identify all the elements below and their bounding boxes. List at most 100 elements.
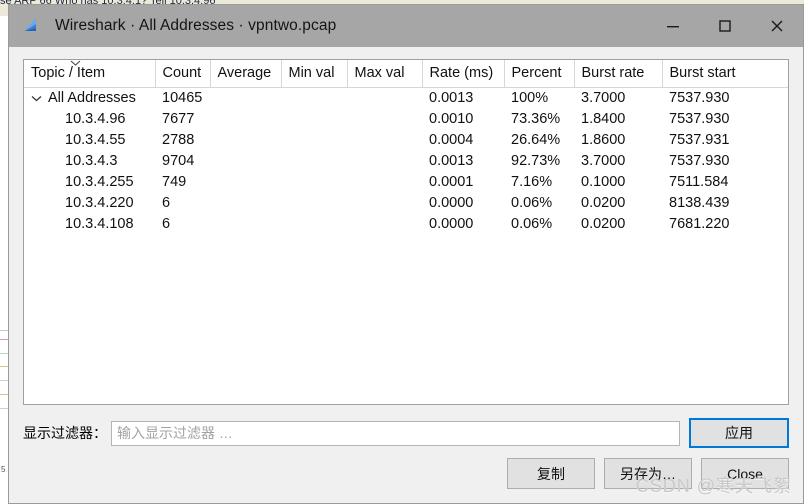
cell-min-val <box>281 171 347 192</box>
cell-min-val <box>281 129 347 150</box>
cell-topic: 10.3.4.96 <box>24 108 155 129</box>
close-dialog-button[interactable]: Close <box>701 458 789 489</box>
cell-min-val <box>281 108 347 129</box>
cell-rate: 0.0000 <box>429 194 474 211</box>
dialog-titlebar[interactable]: Wireshark · All Addresses · vpntwo.pcap <box>9 5 803 47</box>
statistics-dialog: Wireshark · All Addresses · vpntwo.pcap <box>8 4 804 504</box>
cell-count: 9704 <box>162 152 195 169</box>
cell-min-val <box>281 192 347 213</box>
column-header-percent[interactable]: Percent <box>504 60 575 88</box>
dialog-body: Topic / Item Count Average Min val Max v… <box>9 47 803 503</box>
column-header-count[interactable]: Count <box>155 60 211 88</box>
cell-count: 2788 <box>162 131 195 148</box>
dialog-button-row: 复制 另存为… Close <box>23 458 789 489</box>
table-row[interactable]: 10.3.4.108 6 0.0000 0.06% 0.0200 7681.220 <box>24 213 788 234</box>
row-topic-label: All Addresses <box>48 89 136 106</box>
cell-count: 749 <box>162 173 187 190</box>
cell-burst-rate: 0.1000 <box>581 173 626 190</box>
cell-topic: 10.3.4.220 <box>24 192 155 213</box>
cell-rate: 0.0013 <box>429 152 474 169</box>
cell-rate: 0.0001 <box>429 173 474 190</box>
cell-rate: 0.0010 <box>429 110 474 127</box>
close-icon <box>771 20 783 32</box>
cell-rate: 0.0000 <box>429 215 474 232</box>
cell-max-val <box>347 129 422 150</box>
cell-count: 10465 <box>162 89 203 106</box>
cell-burst-start: 7681.220 <box>669 215 730 232</box>
column-header-rate[interactable]: Rate (ms) <box>422 60 505 88</box>
cell-burst-rate: 3.7000 <box>581 152 626 169</box>
row-topic-label: 10.3.4.96 <box>65 110 126 127</box>
table-row[interactable]: 10.3.4.55 2788 0.0004 26.64% 1.8600 7537.931 <box>24 129 788 150</box>
column-header-topic-label: Topic / Item <box>31 64 106 81</box>
statistics-table: Topic / Item Count Average Min val Max v… <box>24 60 788 234</box>
column-header-min-val-label: Min val <box>288 64 335 81</box>
wireshark-fin-icon <box>23 15 45 37</box>
row-topic-label: 10.3.4.3 <box>65 152 118 169</box>
cell-rate: 0.0013 <box>429 89 474 106</box>
table-row[interactable]: 10.3.4.255 749 0.0001 7.16% 0.1000 7511.584 <box>24 171 788 192</box>
cell-max-val <box>347 213 422 234</box>
cell-burst-start: 8138.439 <box>669 194 730 211</box>
statistics-tree[interactable]: Topic / Item Count Average Min val Max v… <box>23 59 789 405</box>
minimize-icon <box>667 26 679 28</box>
cell-average <box>210 171 281 192</box>
row-topic-label: 10.3.4.108 <box>65 215 134 232</box>
column-header-burst-start[interactable]: Burst start <box>662 60 788 88</box>
maximize-button[interactable] <box>699 5 751 47</box>
cell-max-val <box>347 87 422 108</box>
column-header-average[interactable]: Average <box>210 60 282 88</box>
apply-filter-button[interactable]: 应用 <box>689 418 789 448</box>
cell-average <box>210 150 281 171</box>
cell-burst-rate: 1.8600 <box>581 131 626 148</box>
cell-burst-start: 7537.931 <box>669 131 730 148</box>
column-header-topic[interactable]: Topic / Item <box>24 60 156 88</box>
cell-min-val <box>281 87 347 108</box>
column-header-burst-rate-label: Burst rate <box>581 64 645 81</box>
cell-topic: 10.3.4.55 <box>24 129 155 150</box>
cell-average <box>210 129 281 150</box>
cell-min-val <box>281 150 347 171</box>
cell-max-val <box>347 171 422 192</box>
cell-burst-start: 7537.930 <box>669 152 730 169</box>
screen-root: se ARP 66 Who has 10.3.4.1? Tell 10.3.4.… <box>0 0 804 504</box>
column-header-burst-start-label: Burst start <box>669 64 736 81</box>
cell-max-val <box>347 192 422 213</box>
column-header-max-val[interactable]: Max val <box>347 60 423 88</box>
copy-button[interactable]: 复制 <box>507 458 595 489</box>
table-body: All Addresses 10465 0.0013 100% 3.7000 7537.9… <box>24 87 788 234</box>
minimize-button[interactable] <box>647 5 699 47</box>
column-header-burst-rate[interactable]: Burst rate <box>574 60 663 88</box>
cell-max-val <box>347 150 422 171</box>
table-row[interactable]: All Addresses 10465 0.0013 100% 3.7000 7537.9… <box>24 87 788 108</box>
column-header-rate-label: Rate (ms) <box>429 64 494 81</box>
cell-burst-start: 7537.930 <box>669 110 730 127</box>
display-filter-row: 显示过滤器： 应用 <box>23 418 789 448</box>
row-topic-label: 10.3.4.220 <box>65 194 134 211</box>
table-header-row: Topic / Item Count Average Min val Max v… <box>24 60 788 88</box>
cell-burst-rate: 1.8400 <box>581 110 626 127</box>
table-row[interactable]: 10.3.4.3 9704 0.0013 92.73% 3.7000 7537.930 <box>24 150 788 171</box>
close-button[interactable] <box>751 5 803 47</box>
table-row[interactable]: 10.3.4.96 7677 0.0010 73.36% 1.8400 7537.930 <box>24 108 788 129</box>
cell-topic: 10.3.4.255 <box>24 171 155 192</box>
cell-average <box>210 87 281 108</box>
column-header-min-val[interactable]: Min val <box>281 60 348 88</box>
sort-descending-icon <box>70 60 81 66</box>
display-filter-input[interactable] <box>111 420 680 446</box>
table-row[interactable]: 10.3.4.220 6 0.0000 0.06% 0.0200 8138.439 <box>24 192 788 213</box>
chevron-down-icon[interactable] <box>31 90 48 106</box>
row-topic-label: 10.3.4.55 <box>65 131 126 148</box>
save-as-button[interactable]: 另存为… <box>604 458 692 489</box>
cell-burst-start: 7511.584 <box>669 173 729 190</box>
column-header-count-label: Count <box>162 64 202 81</box>
cell-percent: 26.64% <box>511 131 561 148</box>
cell-max-val <box>347 108 422 129</box>
